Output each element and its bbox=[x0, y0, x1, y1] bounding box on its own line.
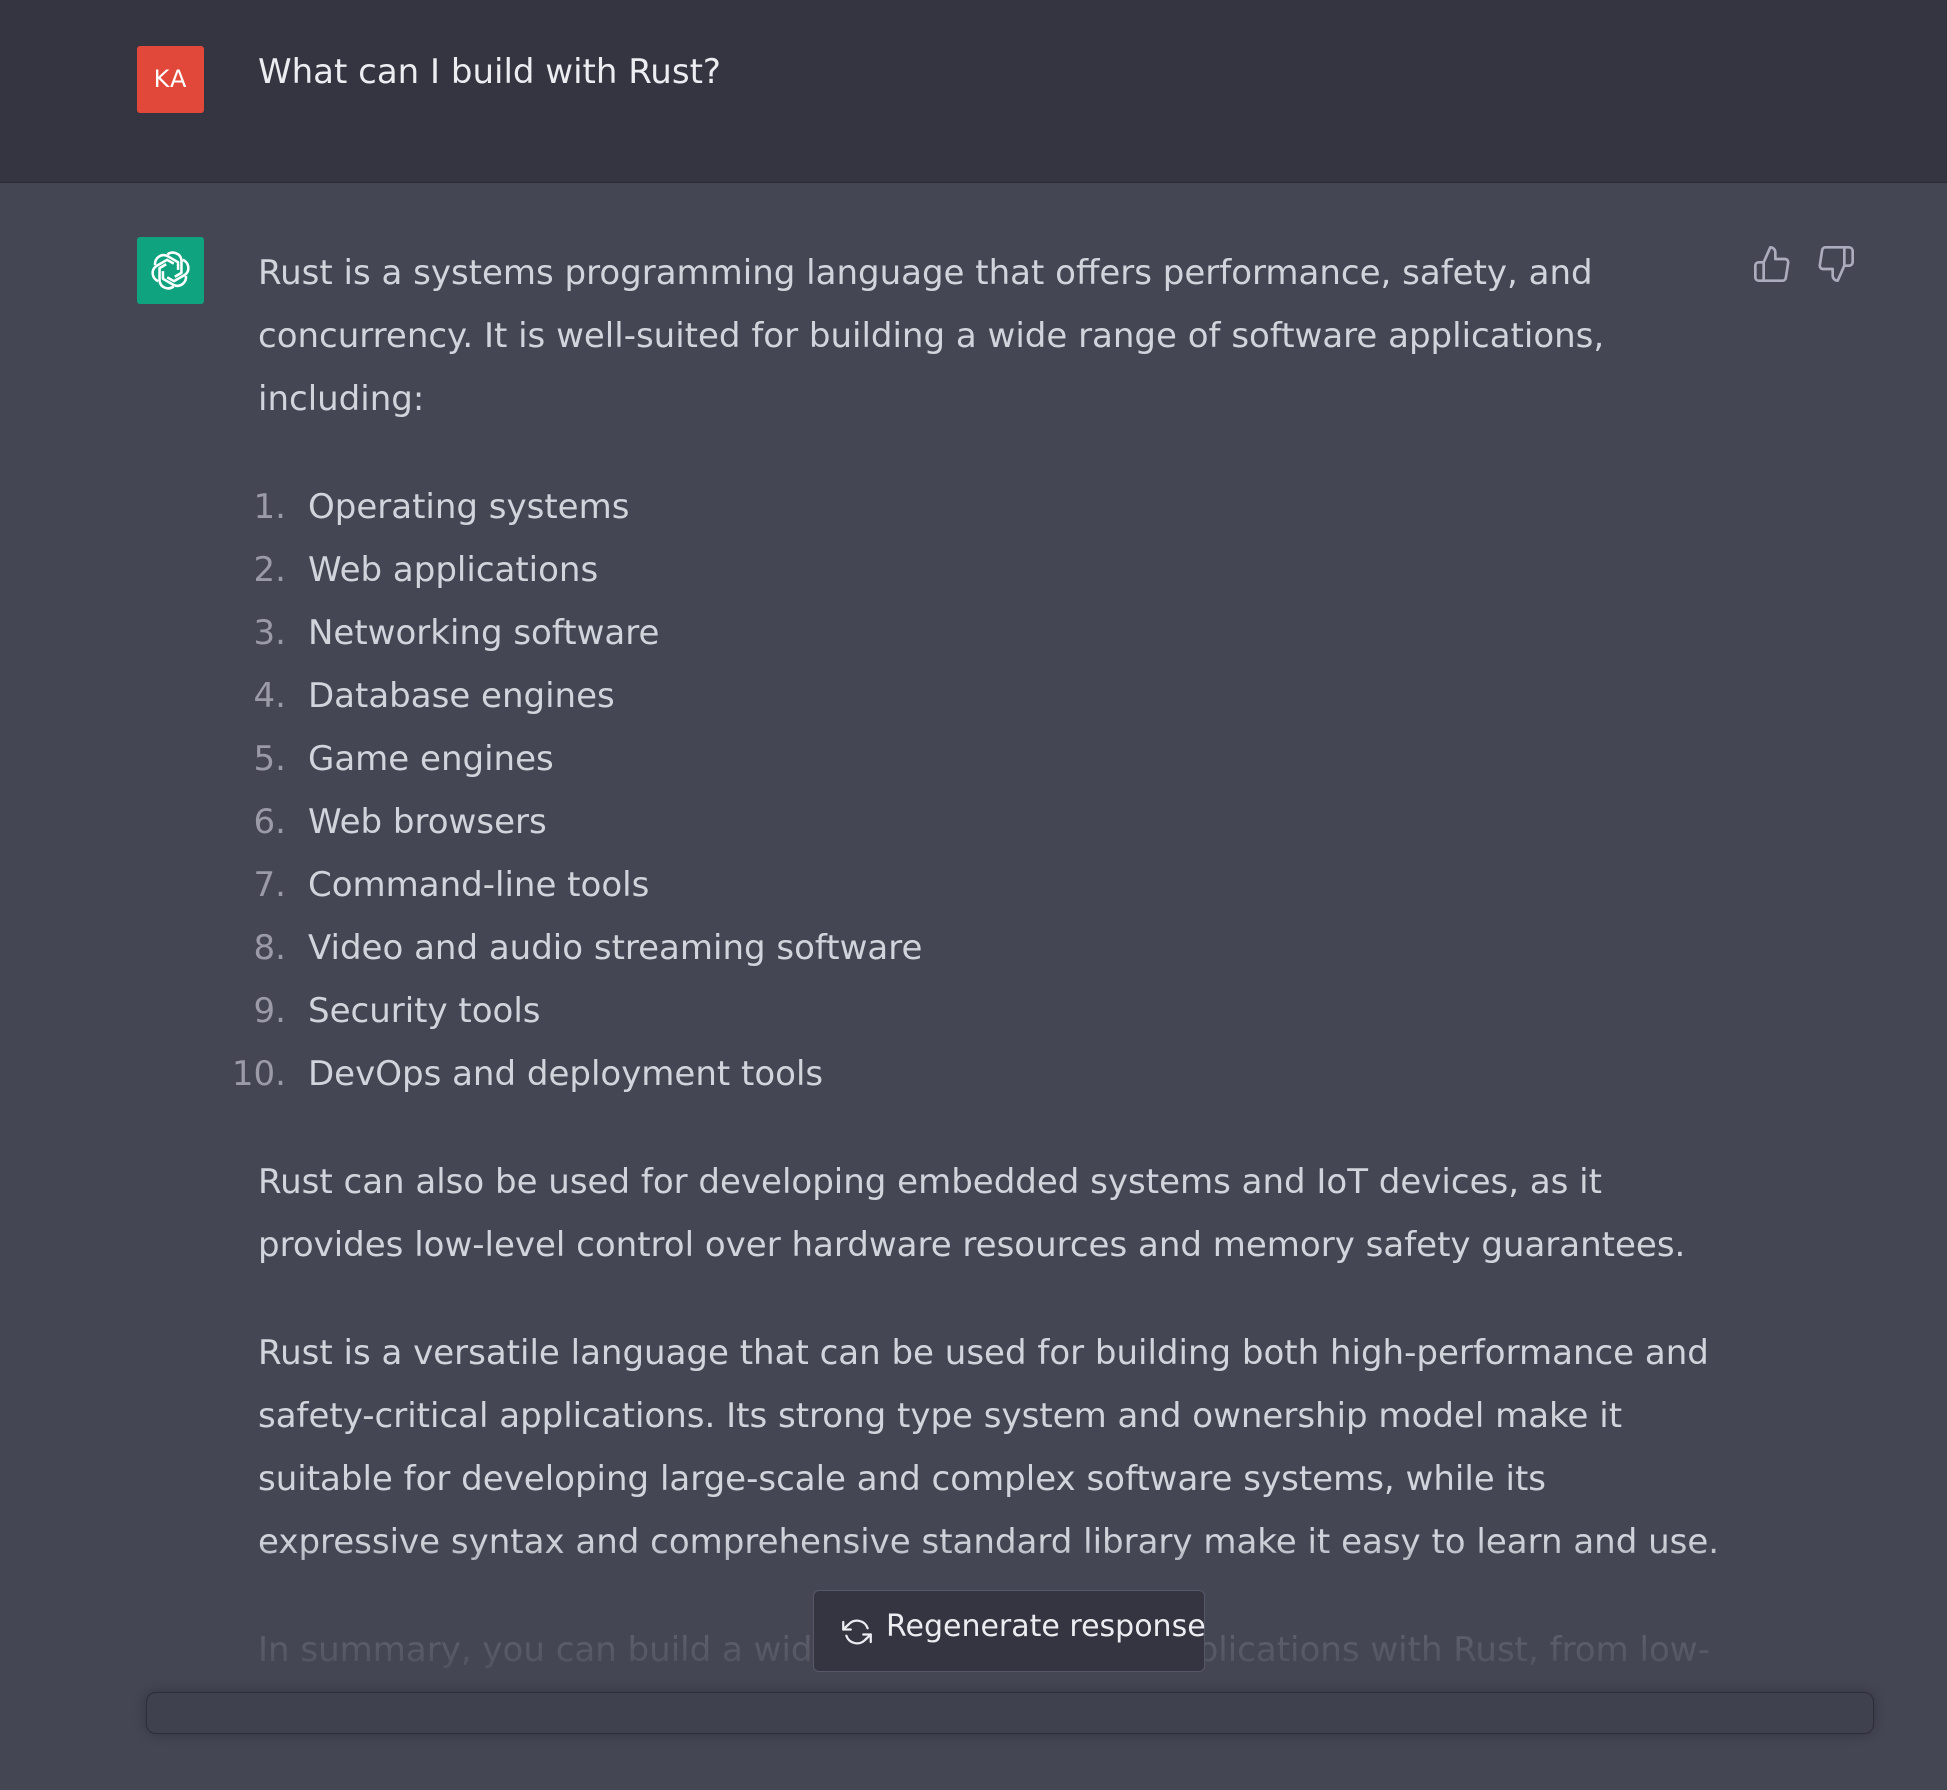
versatile-paragraph: Rust is a versatile language that can be… bbox=[258, 1333, 1720, 1562]
openai-logo-icon bbox=[137, 237, 204, 304]
intro-paragraph: Rust is a systems programming language t… bbox=[258, 253, 1605, 419]
list-item: 1. Operating systems bbox=[253, 487, 630, 527]
user-avatar: KA bbox=[137, 46, 204, 113]
thumbs-up-button[interactable] bbox=[1752, 244, 1792, 284]
list-item: 10. DevOps and deployment tools bbox=[231, 1054, 824, 1094]
embedded-paragraph: Rust can also be used for developing emb… bbox=[258, 1162, 1686, 1265]
thumbs-up-icon bbox=[1754, 246, 1790, 282]
thumbs-down-button[interactable] bbox=[1816, 244, 1856, 284]
thumbs-down-icon bbox=[1818, 245, 1854, 282]
list-item: 6. Web browsers bbox=[253, 802, 547, 842]
assistant-message-content: Rust is a systems programming language t… bbox=[231, 242, 1738, 1790]
regenerate-response-button[interactable]: Regenerate response bbox=[813, 1590, 1206, 1672]
user-message-text: What can I build with Rust? bbox=[258, 52, 721, 92]
refresh-icon bbox=[842, 1617, 872, 1655]
list-item: 5. Game engines bbox=[253, 739, 554, 779]
list-item: 3. Networking software bbox=[253, 613, 660, 653]
list-item: 8. Video and audio streaming software bbox=[253, 928, 923, 968]
list-item: 7. Command-line tools bbox=[253, 865, 650, 905]
message-input-box[interactable] bbox=[146, 1692, 1874, 1734]
list-item: 4. Database engines bbox=[253, 676, 615, 716]
list-item: 9. Security tools bbox=[253, 991, 541, 1031]
list-item: 2. Web applications bbox=[253, 550, 599, 590]
user-message-row: KA What can I build with Rust? bbox=[0, 0, 1947, 183]
regenerate-label: Regenerate response bbox=[886, 1609, 1206, 1644]
applications-list: 1. Operating systems 2. Web applications 3… bbox=[231, 476, 1738, 1106]
